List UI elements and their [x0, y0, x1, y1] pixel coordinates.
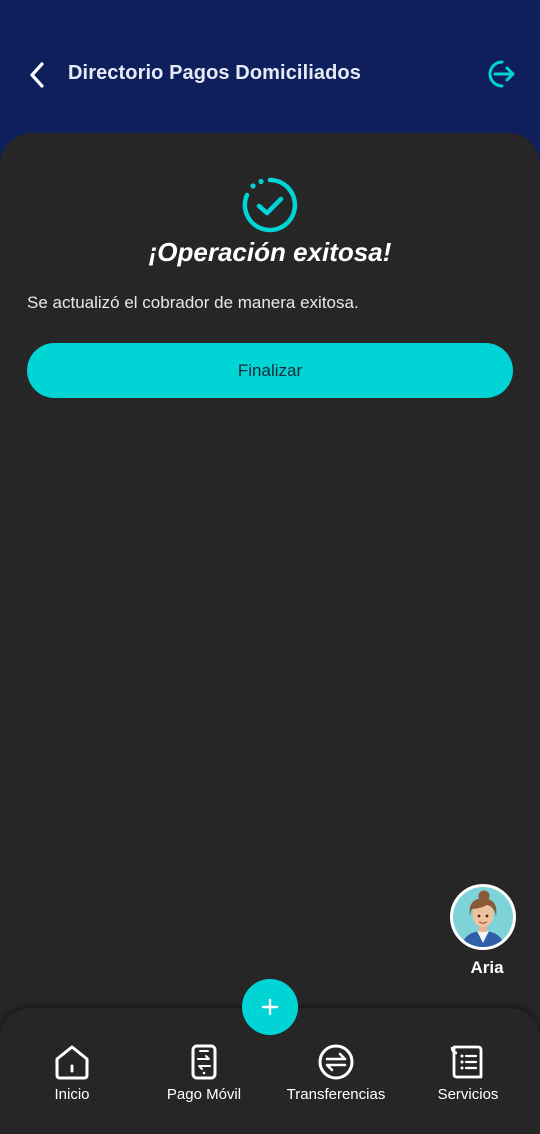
- success-title: ¡Operación exitosa!: [148, 237, 392, 267]
- page-title: Directorio Pagos Domiciliados: [68, 62, 361, 84]
- plus-icon: [261, 998, 279, 1016]
- home-icon: [55, 1045, 89, 1080]
- finalize-button[interactable]: Finalizar: [27, 343, 513, 398]
- nav-label-transferencias: Transferencias: [286, 1086, 386, 1103]
- transfer-icon: [318, 1044, 354, 1080]
- logout-icon[interactable]: [482, 56, 518, 92]
- nav-item-pago-movil[interactable]: Pago Móvil: [139, 1042, 269, 1112]
- assistant-name: Aria: [470, 958, 504, 977]
- nav-item-servicios[interactable]: Servicios: [403, 1042, 533, 1112]
- nav-label-pago-movil: Pago Móvil: [166, 1086, 242, 1103]
- add-button[interactable]: [242, 979, 298, 1035]
- receipt-icon: [450, 1045, 483, 1079]
- nav-label-inicio: Inicio: [54, 1086, 90, 1103]
- nav-label-servicios: Servicios: [437, 1086, 499, 1103]
- success-message: Se actualizó el cobrador de manera exito…: [27, 293, 359, 312]
- assistant-avatar-icon: [453, 887, 513, 947]
- nav-item-inicio[interactable]: Inicio: [7, 1042, 137, 1112]
- check-circle-icon: [242, 177, 298, 233]
- avatar: [450, 884, 516, 950]
- assistant-aria[interactable]: Aria: [448, 884, 522, 984]
- mobile-transfer-icon: [191, 1044, 217, 1080]
- nav-item-transferencias[interactable]: Transferencias: [271, 1042, 401, 1112]
- chevron-left-icon[interactable]: [22, 58, 54, 92]
